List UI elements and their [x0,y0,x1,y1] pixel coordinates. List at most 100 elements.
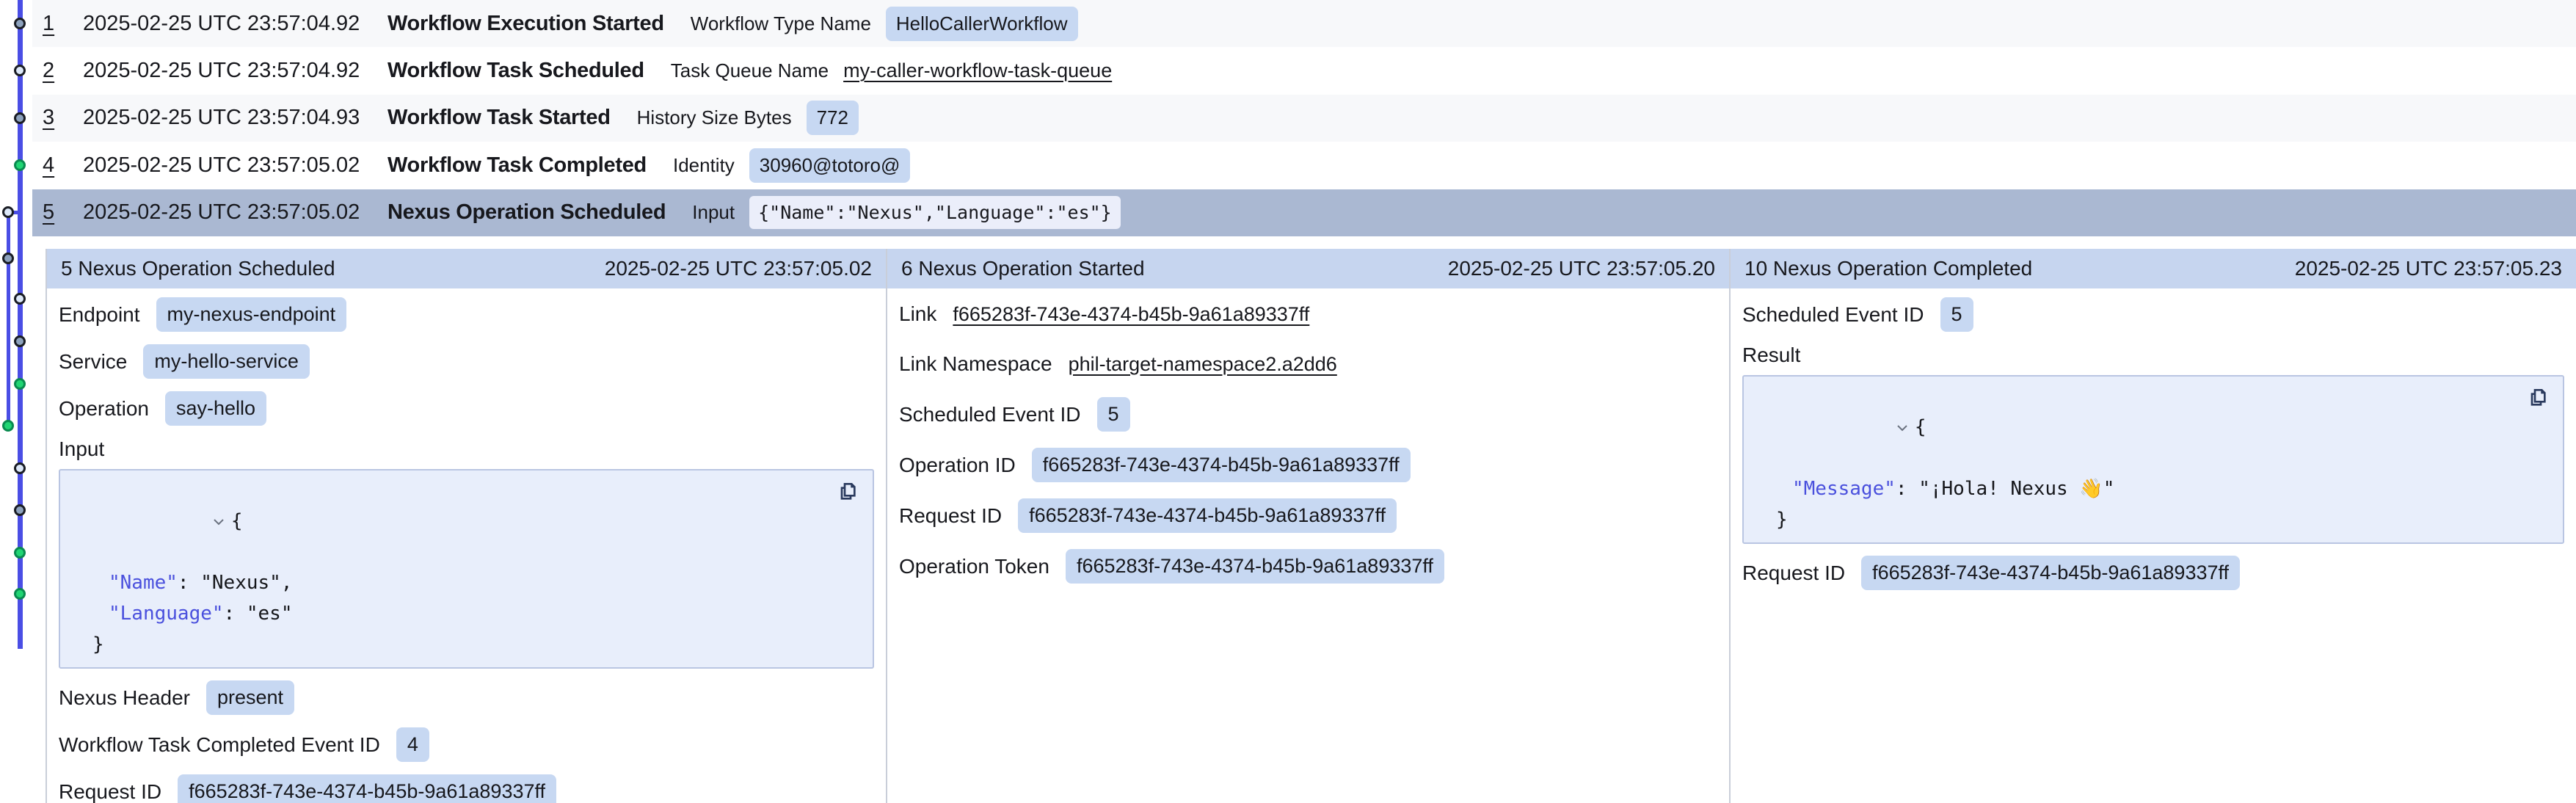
json-key: "Language" [109,603,224,625]
event-status-dot-gray [14,335,26,347]
field-label: Request ID [1742,562,1845,585]
event-status-dot-light [14,462,26,474]
event-status-dot-light [14,293,26,305]
field-scheduled-event-id: Scheduled Event ID 5 [1742,297,2564,332]
result-section-label: Result [1742,344,2564,366]
link-namespace-link[interactable]: phil-target-namespace2.a2dd6 [1069,353,1337,376]
json-colon: : [178,572,200,594]
timeline-gutter [0,0,32,803]
field-value-badge: present [206,680,294,715]
field-label: Link Namespace [899,352,1052,376]
field-request-id: Request ID f665283f-743e-4374-b45b-9a61a… [899,498,1717,533]
field-scheduled-event-id: Scheduled Event ID 5 [899,397,1717,432]
field-label: Endpoint [59,303,140,327]
event-status-dot-light [2,206,14,218]
field-operation-token: Operation Token f665283f-743e-4374-b45b-… [899,549,1717,584]
json-open-brace: { [231,510,243,532]
json-key: "Name" [109,572,178,594]
panel-body: Scheduled Event ID 5 Result { [1731,288,2576,803]
event-status-dot-green [14,588,26,600]
event-id-link[interactable]: 1 [43,12,83,36]
event-timestamp: 2025-02-25 UTC 23:57:04.93 [83,106,388,130]
field-label: Link [899,302,936,326]
panel-body: Endpoint my-nexus-endpoint Service my-he… [47,288,886,803]
panel-title: 6 Nexus Operation Started [901,257,1145,280]
event-name: Workflow Task Completed [388,153,647,178]
copy-icon [836,479,859,504]
event-timestamp: 2025-02-25 UTC 23:57:04.92 [83,12,388,36]
panel-timestamp: 2025-02-25 UTC 23:57:05.02 [605,257,872,280]
field-value-badge: 4 [396,727,429,762]
event-status-dot-green [14,378,26,390]
event-row-3[interactable]: 3 2025-02-25 UTC 23:57:04.93 Workflow Ta… [32,95,2576,142]
event-name: Workflow Task Scheduled [388,59,644,83]
event-row-5-selected[interactable]: 5 2025-02-25 UTC 23:57:05.02 Nexus Opera… [32,189,2576,236]
event-detail-label: Input [692,201,735,224]
event-timestamp: 2025-02-25 UTC 23:57:05.02 [83,200,388,225]
event-detail-label: Identity [673,154,735,177]
field-request-id: Request ID f665283f-743e-4374-b45b-9a61a… [59,774,874,803]
field-value-badge: f665283f-743e-4374-b45b-9a61a89337ff [1861,556,2240,590]
event-status-dot-light [14,65,26,76]
field-value-badge: f665283f-743e-4374-b45b-9a61a89337ff [1018,498,1397,533]
field-value-badge: f665283f-743e-4374-b45b-9a61a89337ff [1032,448,1411,482]
event-status-dot-gray [14,112,26,124]
chevron-down-icon[interactable] [213,506,225,537]
event-name: Workflow Execution Started [388,12,664,36]
event-timestamp: 2025-02-25 UTC 23:57:04.92 [83,59,388,83]
field-label: Service [59,350,127,374]
panel-title: 5 Nexus Operation Scheduled [61,257,335,280]
event-status-dot-gray [14,504,26,516]
event-detail-value-badge: 772 [807,101,859,135]
chevron-down-icon[interactable] [1896,412,1908,443]
json-value: "¡Hola! Nexus 👋" [1918,478,2114,500]
panel-nexus-operation-started: 6 Nexus Operation Started 2025-02-25 UTC… [887,249,1731,803]
json-key: "Message" [1792,478,1896,500]
json-value: "Nexus", [200,572,292,594]
field-operation: Operation say-hello [59,391,874,426]
event-group-detail: 5 Nexus Operation Scheduled 2025-02-25 U… [46,249,2576,803]
event-id-link[interactable]: 2 [43,59,83,83]
field-value-badge: say-hello [165,391,266,426]
field-request-id: Request ID f665283f-743e-4374-b45b-9a61a… [1742,556,2564,590]
event-row-2[interactable]: 2 2025-02-25 UTC 23:57:04.92 Workflow Ta… [32,47,2576,94]
input-json-viewer: { "Name": "Nexus", "Language": "es" } [59,469,874,669]
field-value-badge: my-hello-service [143,344,310,379]
panel-title: 10 Nexus Operation Completed [1744,257,2032,280]
event-detail-label: History Size Bytes [637,106,792,129]
panel-nexus-operation-completed: 10 Nexus Operation Completed 2025-02-25 … [1731,249,2576,803]
field-label: Request ID [59,780,161,803]
panel-timestamp: 2025-02-25 UTC 23:57:05.23 [2295,257,2562,280]
field-value-badge: 5 [1097,397,1130,432]
event-row-4[interactable]: 4 2025-02-25 UTC 23:57:05.02 Workflow Ta… [32,142,2576,189]
event-detail-value-badge: 30960@totoro@ [749,148,911,183]
json-colon: : [224,603,247,625]
panel-timestamp: 2025-02-25 UTC 23:57:05.20 [1448,257,1715,280]
event-id-link[interactable]: 4 [43,153,83,178]
json-close-brace: } [1758,504,2545,535]
event-id-link[interactable]: 3 [43,106,83,130]
field-label: Operation [59,397,149,421]
event-timestamp: 2025-02-25 UTC 23:57:05.02 [83,153,388,178]
copy-button[interactable] [2526,385,2550,410]
field-nexus-header: Nexus Header present [59,680,874,715]
event-input-payload-badge: {"Name":"Nexus","Language":"es"} [749,196,1121,229]
link-value-link[interactable]: f665283f-743e-4374-b45b-9a61a89337ff [953,303,1309,326]
copy-button[interactable] [836,479,859,504]
task-queue-link[interactable]: my-caller-workflow-task-queue [843,59,1112,82]
event-row-1[interactable]: 1 2025-02-25 UTC 23:57:04.92 Workflow Ex… [32,0,2576,47]
panel-header: 6 Nexus Operation Started 2025-02-25 UTC… [887,249,1729,288]
event-detail-value-badge: HelloCallerWorkflow [886,7,1078,41]
workflow-event-history-view: 1 2025-02-25 UTC 23:57:04.92 Workflow Ex… [0,0,2576,803]
json-close-brace: } [75,629,855,660]
event-detail-label: Workflow Type Name [691,12,871,35]
field-value-badge: 5 [1940,297,1973,332]
event-status-dot-green [14,159,26,171]
field-service: Service my-hello-service [59,344,874,379]
panel-header: 10 Nexus Operation Completed 2025-02-25 … [1731,249,2576,288]
event-name: Nexus Operation Scheduled [388,200,666,225]
event-id-link[interactable]: 5 [43,200,83,225]
panel-body: Link f665283f-743e-4374-b45b-9a61a89337f… [887,288,1729,803]
event-history-list: 1 2025-02-25 UTC 23:57:04.92 Workflow Ex… [32,0,2576,236]
json-colon: : [1896,478,1918,500]
